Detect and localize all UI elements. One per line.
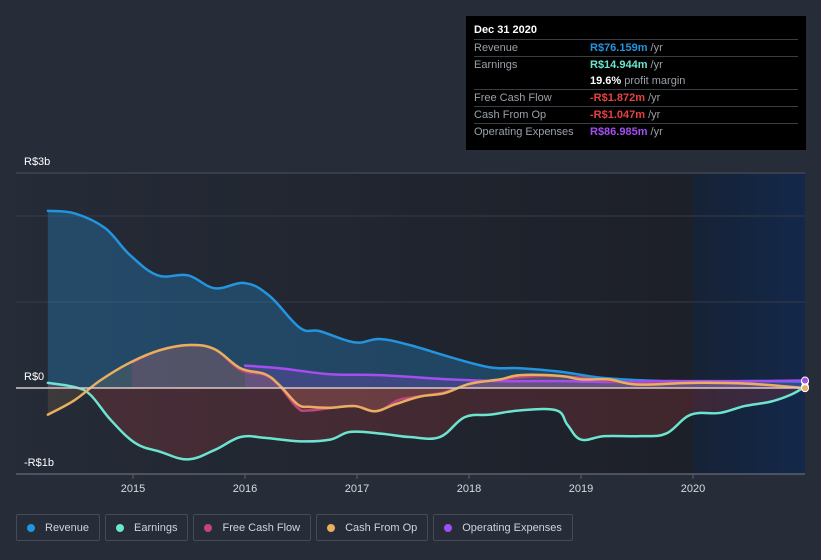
y-tick-label: R$0 (24, 371, 44, 383)
tooltip-row-value: -R$1.872m /yr (590, 90, 660, 106)
legend-dot-icon (27, 523, 35, 532)
legend-label: Cash From Op (345, 521, 418, 534)
legend-item-free-cash-flow[interactable]: Free Cash Flow (193, 514, 312, 541)
legend-label: Earnings (134, 521, 178, 534)
tooltip-value-unit: profit margin (621, 75, 686, 87)
x-tick-label: 2019 (569, 483, 593, 495)
tooltip-value-number: -R$1.047m (590, 109, 646, 121)
tooltip-value-number: -R$1.872m (590, 92, 646, 104)
tooltip-value-number: R$86.985m (590, 126, 648, 138)
tooltip-row-value: -R$1.047m /yr (590, 107, 660, 123)
tooltip-row-label: Revenue (474, 42, 519, 54)
tooltip-value-number: R$14.944m (590, 59, 648, 71)
tooltip-row-value: R$14.944m /yr (590, 57, 663, 73)
tooltip-row: Earnings R$14.944m /yr (474, 57, 798, 73)
tooltip-date: Dec 31 2020 (474, 22, 798, 40)
tooltip-value-unit: /yr (645, 109, 661, 121)
tooltip-value-unit: /yr (647, 59, 663, 71)
legend-dot-icon (444, 523, 453, 532)
legend-label: Free Cash Flow (222, 521, 301, 534)
forecast-highlight-region (693, 174, 805, 474)
legend-dot-icon (204, 523, 213, 532)
tooltip-value-number: R$76.159m (590, 42, 648, 54)
tooltip-row-value: R$86.985m /yr (590, 124, 663, 140)
tooltip-row-label: Cash From Op (474, 109, 547, 121)
tooltip-row-label: Earnings (474, 59, 518, 71)
legend-item-cash-from-op[interactable]: Cash From Op (316, 514, 429, 541)
legend-dot-icon (116, 523, 125, 532)
tooltip-value-number: 19.6% (590, 75, 622, 87)
tooltip-value-unit: /yr (647, 42, 663, 54)
y-tick-label: -R$1b (24, 457, 54, 469)
tooltip-row-label: Free Cash Flow (474, 92, 552, 104)
tooltip-value-unit: /yr (645, 92, 661, 104)
y-tick-label: R$3b (24, 156, 50, 168)
tooltip: Dec 31 2020 Revenue R$76.159m /yr Earnings… (466, 16, 806, 150)
tooltip-row-value: R$76.159m /yr (590, 40, 663, 56)
legend-item-revenue[interactable]: Revenue (16, 514, 101, 541)
legend-item-earnings[interactable]: Earnings (105, 514, 189, 541)
x-tick-label: 2018 (457, 483, 481, 495)
tooltip-row: 19.6% profit margin (474, 73, 798, 90)
legend-label: Operating Expenses (462, 521, 562, 534)
tooltip-row: Revenue R$76.159m /yr (474, 40, 798, 57)
marker-cash-from-op (801, 384, 809, 393)
tooltip-row-value: 19.6% profit margin (590, 73, 685, 89)
marker-operating-expenses (801, 376, 809, 385)
x-tick-label: 2020 (681, 483, 705, 495)
x-tick-label: 2017 (345, 483, 369, 495)
tooltip-row-label (474, 73, 590, 89)
legend: Revenue Earnings Free Cash Flow Cash From O… (16, 514, 573, 541)
legend-dot-icon (327, 523, 336, 532)
tooltip-row: Operating Expenses R$86.985m /yr (474, 124, 798, 140)
x-tick-label: 2015 (121, 483, 145, 495)
tooltip-row-label: Operating Expenses (474, 126, 574, 138)
tooltip-row: Cash From Op -R$1.047m /yr (474, 107, 798, 124)
tooltip-value-unit: /yr (647, 126, 663, 138)
legend-label: Revenue (45, 521, 90, 534)
legend-item-operating-expenses[interactable]: Operating Expenses (433, 514, 573, 541)
tooltip-row: Free Cash Flow -R$1.872m /yr (474, 90, 798, 107)
x-tick-label: 2016 (233, 483, 257, 495)
